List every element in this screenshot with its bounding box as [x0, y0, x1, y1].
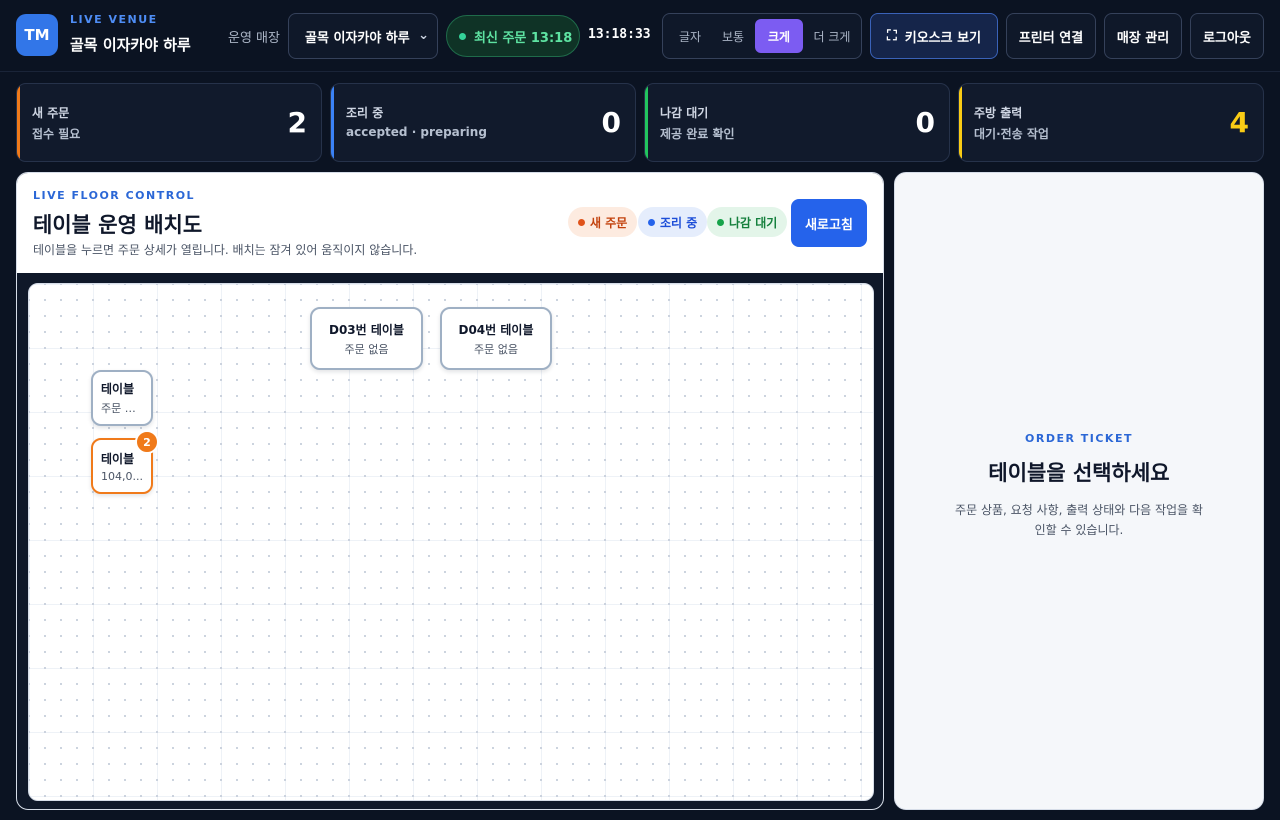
stat-card-kitchen-print: 주방 출력 대기·전송 작업 4	[958, 83, 1264, 162]
text-size-option[interactable]: 더 크게	[805, 19, 859, 53]
stat-card-preparing: 조리 중 accepted · preparing 0	[330, 83, 636, 162]
printer-connect-button[interactable]: 프린터 연결	[1006, 13, 1096, 59]
legend-new-order: 새 주문	[568, 207, 638, 237]
table-status: 주문 없음	[474, 342, 518, 356]
store-select-label: 운영 매장	[228, 31, 280, 46]
stat-subtitle: 접수 필요	[32, 127, 81, 141]
stat-accent-bar	[959, 84, 962, 161]
floor-map: D03번 테이블 주문 없음 D04번 테이블 주문 없음 테이블 주문 없음 …	[28, 283, 874, 801]
latest-order-status: 최신 주문 13:18	[446, 15, 580, 57]
kiosk-view-label: 키오스크 보기	[904, 30, 982, 46]
top-bar: TM LIVE VENUE 골목 이자카야 하루 운영 매장 골목 이자카야 하…	[0, 0, 1280, 72]
floor-kicker: LIVE FLOOR CONTROL	[33, 189, 196, 202]
stat-value: 0	[915, 106, 935, 139]
stat-value: 0	[601, 106, 621, 139]
table-status: 주문 없음	[101, 402, 143, 415]
status-dot-icon	[717, 218, 724, 226]
stat-subtitle: accepted · preparing	[346, 125, 487, 139]
stat-title: 새 주문	[32, 106, 70, 120]
chevron-down-icon: ⌄	[418, 28, 429, 43]
stat-accent-bar	[331, 84, 334, 161]
status-dot-icon	[648, 218, 655, 226]
stat-value: 4	[1229, 106, 1249, 139]
text-size-toggle: 글자 보통 크게 더 크게	[662, 13, 862, 59]
ticket-empty-description: 주문 상품, 요청 사항, 출력 상태와 다음 작업을 확인할 수 있습니다.	[955, 503, 1203, 537]
logout-button[interactable]: 로그아웃	[1190, 13, 1264, 59]
stat-accent-bar	[645, 84, 648, 161]
table-name: 테이블	[101, 382, 135, 396]
table-card-new-order[interactable]: 테이블 104,0... 2	[91, 430, 159, 494]
table-total: 104,0...	[101, 469, 143, 483]
venue-name: 골목 이자카야 하루	[70, 36, 191, 54]
status-dot-icon	[578, 218, 585, 226]
venue-kicker: LIVE VENUE	[70, 13, 158, 26]
text-size-option-active[interactable]: 크게	[755, 19, 803, 53]
table-card-d03[interactable]: D03번 테이블 주문 없음	[310, 307, 423, 370]
floor-panel: LIVE FLOOR CONTROL 테이블 운영 배치도 테이블을 누르면 주…	[16, 172, 884, 810]
stat-accent-bar	[17, 84, 20, 161]
live-dot-icon	[459, 32, 466, 40]
brand-logo: TM	[16, 14, 58, 56]
stat-title: 주방 출력	[974, 106, 1023, 120]
table-name: D03번 테이블	[329, 322, 404, 337]
floor-header: LIVE FLOOR CONTROL 테이블 운영 배치도 테이블을 누르면 주…	[17, 173, 883, 273]
refresh-button[interactable]: 새로고침	[791, 199, 867, 247]
text-size-option[interactable]: 보통	[711, 19, 755, 53]
ticket-kicker: ORDER TICKET	[1025, 432, 1133, 445]
stat-card-ready: 나감 대기 제공 완료 확인 0	[644, 83, 950, 162]
clock: 13:18:33	[588, 27, 651, 42]
table-card[interactable]: 테이블 주문 없음	[91, 370, 153, 426]
latest-order-text: 최신 주문 13:18	[474, 30, 573, 46]
legend-preparing: 조리 중	[638, 207, 708, 237]
store-manage-button[interactable]: 매장 관리	[1104, 13, 1182, 59]
stat-value: 2	[287, 106, 307, 139]
store-select-value: 골목 이자카야 하루	[305, 30, 410, 46]
table-card-d04[interactable]: D04번 테이블 주문 없음	[440, 307, 552, 370]
new-order-count-badge: 2	[135, 430, 159, 454]
stat-subtitle: 제공 완료 확인	[660, 127, 735, 141]
floor-description: 테이블을 누르면 주문 상세가 열립니다. 배치는 잠겨 있어 움직이지 않습니…	[33, 243, 418, 257]
store-select[interactable]: 골목 이자카야 하루 ⌄	[288, 13, 438, 59]
stat-title: 조리 중	[346, 106, 384, 120]
legend-label: 나감 대기	[729, 215, 778, 230]
fullscreen-icon: ⛶	[886, 28, 897, 44]
kiosk-view-button[interactable]: ⛶ 키오스크 보기	[870, 13, 998, 59]
table-name: 테이블	[101, 451, 135, 466]
table-status: 주문 없음	[344, 342, 389, 356]
stat-card-new-orders: 새 주문 접수 필요 2	[16, 83, 322, 162]
text-size-option[interactable]: 글자	[669, 19, 711, 53]
legend-label: 새 주문	[590, 215, 628, 230]
legend-ready: 나감 대기	[707, 207, 788, 237]
stat-title: 나감 대기	[660, 106, 709, 120]
floor-title: 테이블 운영 배치도	[33, 213, 203, 237]
stat-subtitle: 대기·전송 작업	[974, 127, 1049, 141]
order-ticket-panel: ORDER TICKET 테이블을 선택하세요 주문 상품, 요청 사항, 출력…	[894, 172, 1264, 810]
table-name: D04번 테이블	[458, 322, 534, 337]
ticket-empty-title: 테이블을 선택하세요	[988, 461, 1170, 485]
legend-label: 조리 중	[660, 215, 698, 230]
